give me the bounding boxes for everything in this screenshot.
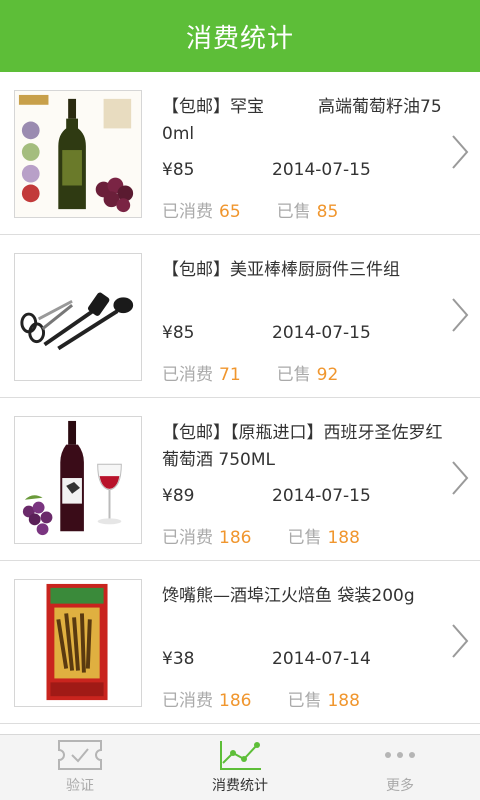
product-stats: 已消费 65 已售 85 — [162, 197, 338, 222]
consumed-count: 65 — [219, 202, 241, 222]
chevron-right-icon — [452, 461, 469, 495]
product-price: ¥85 — [162, 323, 195, 343]
product-image-kitchen-tools — [14, 253, 142, 381]
consumed-count: 71 — [219, 365, 241, 385]
list-item[interactable]: 【包邮】罕宝 高端葡萄籽油750ml ¥85 2014-07-15 已消费 65 已… — [0, 72, 480, 235]
page-title: 消费统计 — [185, 23, 294, 54]
chevron-right-icon — [452, 298, 469, 332]
product-date: 2014-07-15 — [272, 486, 371, 506]
sold-count: 85 — [316, 202, 339, 222]
product-stats: 已消费 186 已售 188 — [162, 523, 360, 548]
list-item[interactable]: 馋嘴熊—酒埠江火焙鱼 袋装200g ¥38 2014-07-14 已消费 186 已… — [0, 561, 480, 724]
consumed-label: 已消费 — [162, 202, 213, 222]
product-price: ¥38 — [162, 649, 195, 669]
consumed-count: 186 — [219, 528, 252, 548]
chevron-right-icon — [452, 624, 469, 658]
bottom-tab-bar: 验证 消费统计 更多 — [0, 734, 480, 800]
product-date: 2014-07-14 — [272, 649, 371, 669]
sold-count: 188 — [327, 528, 360, 548]
sold-count: 92 — [316, 365, 339, 385]
sold-label: 已售 — [287, 691, 322, 711]
sold-label: 已售 — [287, 528, 322, 548]
sold-label: 已售 — [276, 202, 311, 222]
product-date: 2014-07-15 — [272, 323, 371, 343]
consumed-label: 已消费 — [162, 691, 213, 711]
tab-label: 验证 — [66, 778, 94, 794]
more-dots-icon — [385, 752, 415, 758]
list-item[interactable]: 【包邮】美亚棒棒厨厨件三件组 ¥85 2014-07-15 已消费 71 已售 92 — [0, 235, 480, 398]
product-name: 【包邮】罕宝 高端葡萄籽油750ml — [162, 97, 442, 144]
line-chart-icon — [220, 741, 261, 770]
chevron-right-icon — [452, 135, 469, 169]
consumed-label: 已消费 — [162, 528, 213, 548]
product-price: ¥85 — [162, 160, 195, 180]
product-name: 【包邮】【原瓶进口】西班牙圣佐罗红葡萄酒 750ML — [162, 423, 443, 470]
product-list: 【包邮】罕宝 高端葡萄籽油750ml ¥85 2014-07-15 已消费 65 已… — [0, 72, 480, 734]
tab-more[interactable]: 更多 — [320, 735, 480, 800]
product-date: 2014-07-15 — [272, 160, 371, 180]
sold-label: 已售 — [276, 365, 311, 385]
list-item[interactable]: 【包邮】【原瓶进口】西班牙圣佐罗红葡萄酒 750ML ¥89 2014-07-1… — [0, 398, 480, 561]
product-price: ¥89 — [162, 486, 195, 506]
product-stats: 已消费 186 已售 188 — [162, 686, 360, 711]
product-image-red-wine — [14, 416, 142, 544]
tab-statistics[interactable]: 消费统计 — [160, 735, 320, 800]
product-name: 馋嘴熊—酒埠江火焙鱼 袋装200g — [162, 586, 415, 606]
product-image-fish-snack — [14, 579, 142, 707]
product-image-olive-oil — [14, 90, 142, 218]
consumed-count: 186 — [219, 691, 252, 711]
tab-label: 消费统计 — [212, 778, 268, 794]
app-header: 消费统计 — [0, 0, 480, 72]
sold-count: 188 — [327, 691, 360, 711]
product-stats: 已消费 71 已售 92 — [162, 360, 338, 385]
tab-verify[interactable]: 验证 — [0, 735, 160, 800]
ticket-check-icon — [58, 740, 102, 770]
consumed-label: 已消费 — [162, 365, 213, 385]
tab-label: 更多 — [386, 778, 414, 794]
product-name: 【包邮】美亚棒棒厨厨件三件组 — [162, 260, 400, 280]
